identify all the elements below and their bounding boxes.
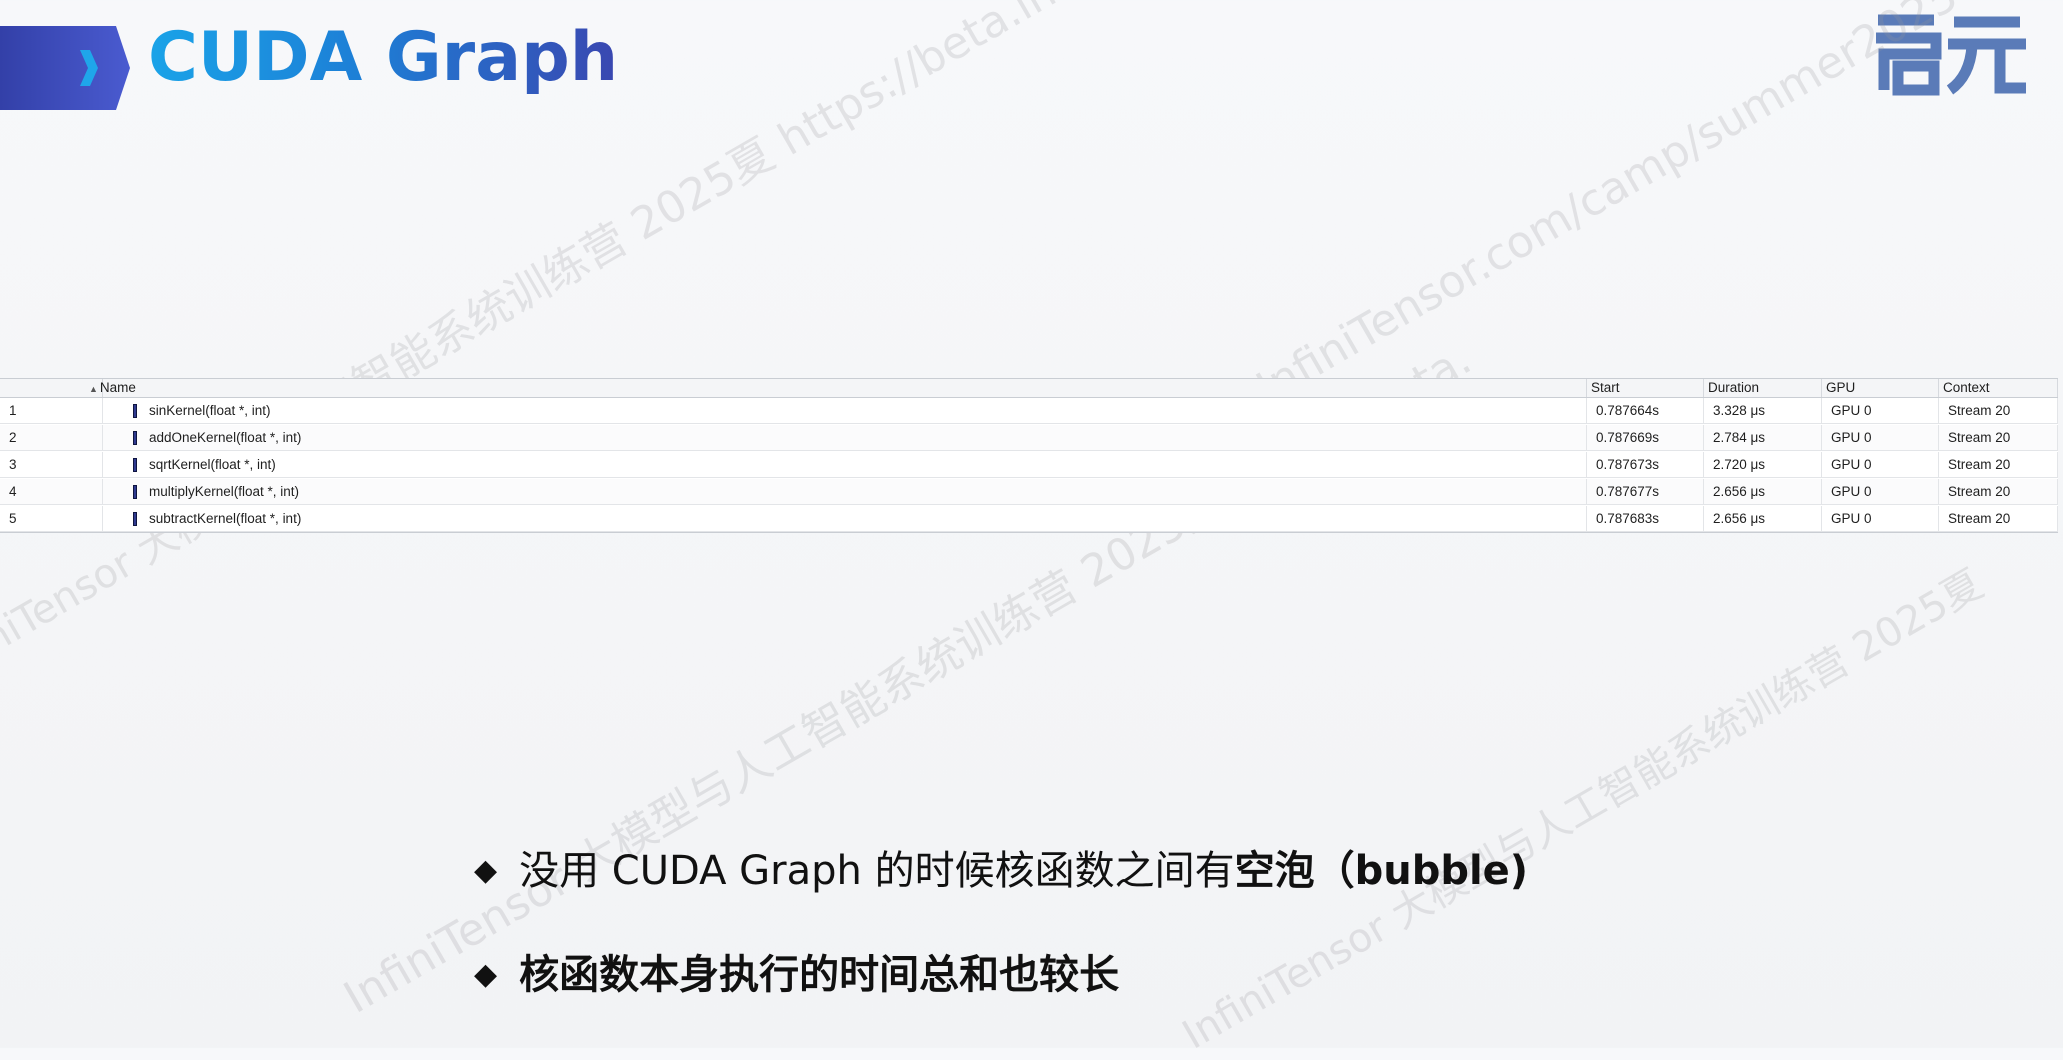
context: Stream 20 xyxy=(1939,506,2058,532)
header-start[interactable]: Start xyxy=(1587,379,1704,397)
kernel-name: subtractKernel(float *, int) xyxy=(103,506,1587,532)
context: Stream 20 xyxy=(1939,425,2058,451)
table-row[interactable]: 1 sinKernel(float *, int) 0.787664s 3.32… xyxy=(0,398,2058,424)
title-tab-decoration xyxy=(0,26,130,110)
header-duration[interactable]: Duration xyxy=(1704,379,1822,397)
row-index: 1 xyxy=(0,398,103,424)
kernel-name: multiplyKernel(float *, int) xyxy=(103,479,1587,505)
header-context[interactable]: Context xyxy=(1939,379,2058,397)
bullet-point-bubble: ◆ 没用 CUDA Graph 的时候核函数之间有空泡（bubble) xyxy=(474,838,1528,896)
kernel-icon xyxy=(133,458,137,473)
duration: 2.784 μs xyxy=(1704,425,1822,451)
header-gpu[interactable]: GPU xyxy=(1822,379,1939,397)
kernel-name: sqrtKernel(float *, int) xyxy=(103,452,1587,478)
duration: 2.656 μs xyxy=(1704,479,1822,505)
start-time: 0.787673s xyxy=(1587,452,1704,478)
bullet-emphasis: 空泡 xyxy=(1234,848,1315,894)
watermark: InfiniTensor.com/camp/summer2025 xyxy=(1248,0,1967,415)
start-time: 0.787683s xyxy=(1587,506,1704,532)
gpu: GPU 0 xyxy=(1822,452,1939,478)
start-time: 0.787669s xyxy=(1587,425,1704,451)
table-row[interactable]: 3 sqrtKernel(float *, int) 0.787673s 2.7… xyxy=(0,452,2058,478)
row-index: 4 xyxy=(0,479,103,505)
table-row[interactable]: 5 subtractKernel(float *, int) 0.787683s… xyxy=(0,506,2058,532)
row-index: 2 xyxy=(0,425,103,451)
kernel-icon xyxy=(133,404,137,419)
duration: 2.656 μs xyxy=(1704,506,1822,532)
gpu: GPU 0 xyxy=(1822,425,1939,451)
kernel-icon xyxy=(133,485,137,500)
bullet-text: 核函数本身执行的时间总和也较长 xyxy=(519,952,1120,998)
table-row[interactable]: 2 addOneKernel(float *, int) 0.787669s 2… xyxy=(0,425,2058,451)
start-time: 0.787664s xyxy=(1587,398,1704,424)
page-title: CUDA Graph xyxy=(148,18,619,97)
diamond-bullet-icon: ◆ xyxy=(474,957,498,992)
header-index[interactable] xyxy=(0,379,103,397)
diamond-bullet-icon: ◆ xyxy=(474,853,498,888)
sort-ascending-icon: ▲ xyxy=(89,384,98,394)
start-time: 0.787677s xyxy=(1587,479,1704,505)
context: Stream 20 xyxy=(1939,452,2058,478)
duration: 2.720 μs xyxy=(1704,452,1822,478)
bullet-point-duration: ◆ 核函数本身执行的时间总和也较长 xyxy=(474,942,1119,1000)
gpu: GPU 0 xyxy=(1822,479,1939,505)
bullet-text: 没用 CUDA Graph 的时候核函数之间有 xyxy=(519,848,1235,894)
kernel-trace-table: ▲ Name Start Duration GPU Context 1 sinKe… xyxy=(0,378,2058,533)
kernel-icon xyxy=(133,512,137,527)
kernel-name: sinKernel(float *, int) xyxy=(103,398,1587,424)
kernel-name: addOneKernel(float *, int) xyxy=(103,425,1587,451)
gpu: GPU 0 xyxy=(1822,398,1939,424)
gpu: GPU 0 xyxy=(1822,506,1939,532)
table-row[interactable]: 4 multiplyKernel(float *, int) 0.787677s… xyxy=(0,479,2058,505)
kernel-icon xyxy=(133,431,137,446)
header-name[interactable]: ▲ Name xyxy=(89,379,1587,397)
duration: 3.328 μs xyxy=(1704,398,1822,424)
context: Stream 20 xyxy=(1939,398,2058,424)
table-header: ▲ Name Start Duration GPU Context xyxy=(0,379,2058,398)
context: Stream 20 xyxy=(1939,479,2058,505)
qiyuan-logo xyxy=(1876,14,2026,96)
row-index: 5 xyxy=(0,506,103,532)
bullet-suffix: （bubble) xyxy=(1314,848,1529,894)
row-index: 3 xyxy=(0,452,103,478)
watermark: InfiniTensor 大模型与人工智能系统训练营 2025夏 xyxy=(1175,560,1991,1059)
